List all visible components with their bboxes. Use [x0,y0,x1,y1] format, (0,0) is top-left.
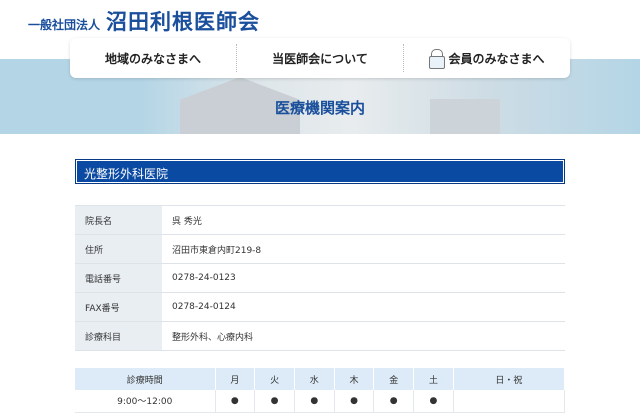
site-logo[interactable]: 一般社団法人 沼田利根医師会 [28,6,260,36]
header-cell: 火 [254,368,295,390]
mark-cell: ● [294,390,335,413]
row-label: FAX番号 [75,292,162,322]
header-cell: 水 [294,368,335,390]
table-row: 院長名呉 秀光 [75,205,565,235]
nav-about[interactable]: 当医師会について [236,44,403,72]
table-row: 診療科目 整形外科、心療内科 [75,321,565,351]
row-value: 0278-24-0123 [162,263,565,293]
page-title: 医療機関案内 [274,99,365,117]
nav-label: 当医師会について [272,51,368,66]
main-nav: 地域のみなさまへ 当医師会について 会員のみなさまへ [70,38,570,78]
time-cell: 9:00～12:00 [75,390,216,413]
table-row: 住所 沼田市東倉内町219-8 [75,234,565,264]
mark-cell: ● [373,390,415,413]
hours-header-row: 診療時間 月 火 水 木 金 土 日・祝 [75,368,566,390]
nav-label: 地域のみなさまへ [104,51,201,66]
header-cell: 金 [373,368,415,390]
row-label: 院長名 [75,205,162,235]
row-value: 0278-24-0124 [162,292,565,322]
row-value: 呉 秀光 [162,205,565,235]
nav-members[interactable]: 会員のみなさまへ [403,44,570,72]
header-cell: 月 [215,368,256,390]
hours-table: 診療時間 月 火 水 木 金 土 日・祝 9:00～12:00 ● ● ● ● … [75,368,566,413]
nav-label: 会員のみなさまへ [448,51,545,66]
row-value: 整形外科、心療内科 [162,321,565,351]
table-row: 9:00～12:00 ● ● ● ● ● ● [75,390,566,413]
mark-cell: ● [334,390,375,413]
row-label: 住所 [75,234,162,264]
nav-community[interactable]: 地域のみなさまへ [70,44,236,72]
clinic-name-heading: 光整形外科医院 [75,159,565,184]
row-label: 診療科目 [75,321,162,351]
row-label: 電話番号 [75,263,162,293]
header-cell: 日・祝 [453,368,566,390]
mark-cell [453,390,566,413]
header-cell: 土 [413,368,454,390]
org-name: 沼田利根医師会 [106,10,261,34]
table-row: 電話番号 0278-24-0123 [75,263,565,293]
header-cell: 木 [334,368,375,390]
mark-cell: ● [215,390,256,413]
lock-icon [429,49,446,69]
row-value: 沼田市東倉内町219-8 [162,234,565,264]
header-cell: 診療時間 [75,368,216,390]
org-prefix: 一般社団法人 [28,18,101,32]
mark-cell: ● [413,390,454,413]
mark-cell: ● [254,390,295,413]
clinic-info-table: 院長名呉 秀光 住所 沼田市東倉内町219-8 電話番号 0278-24-0123 … [75,205,565,351]
table-row: FAX番号 0278-24-0124 [75,292,565,322]
